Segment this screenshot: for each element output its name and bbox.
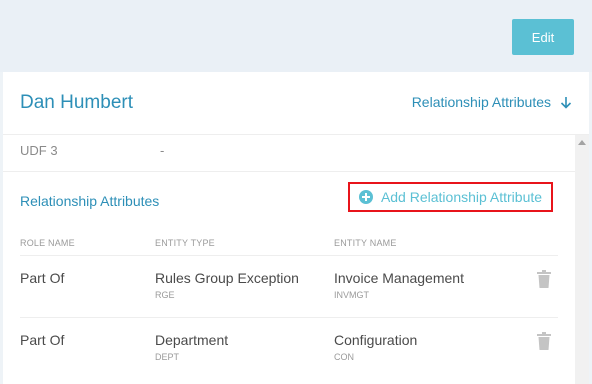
table-row: Part Of Rules Group Exception RGE Invoic… bbox=[20, 255, 558, 318]
entity-name: Configuration bbox=[334, 332, 418, 348]
entity-name: Invoice Management bbox=[334, 270, 464, 286]
plus-circle-icon bbox=[358, 190, 373, 204]
entity-type: Rules Group Exception bbox=[155, 270, 299, 286]
column-header-entity-name: ENTITY NAME bbox=[334, 238, 397, 248]
udf-label: UDF 3 bbox=[20, 143, 58, 158]
relationship-attributes-link-label: Relationship Attributes bbox=[411, 94, 551, 110]
relationship-attributes-title: Relationship Attributes bbox=[20, 193, 160, 209]
udf-row: UDF 3 - bbox=[3, 135, 575, 172]
arrow-down-icon bbox=[560, 96, 572, 109]
trash-icon[interactable] bbox=[537, 270, 551, 288]
entity-type-code: DEPT bbox=[155, 352, 180, 362]
trash-icon[interactable] bbox=[537, 332, 551, 350]
column-header-entity-type: ENTITY TYPE bbox=[155, 238, 215, 248]
scroll-up-icon[interactable] bbox=[578, 140, 586, 145]
edit-button[interactable]: Edit bbox=[512, 19, 574, 55]
add-relationship-attribute-label: Add Relationship Attribute bbox=[380, 189, 543, 205]
entity-name-code: CON bbox=[334, 352, 354, 362]
entity-type: Department bbox=[155, 332, 229, 348]
table-row: Part Of Department DEPT Configuration CO… bbox=[20, 317, 558, 380]
udf-value: - bbox=[160, 143, 165, 158]
details-scroll-area: UDF 3 - Relationship Attributes Add Rela… bbox=[3, 135, 575, 384]
top-toolbar: Edit bbox=[0, 0, 592, 72]
entity-type-code: RGE bbox=[155, 290, 175, 300]
card-header: Dan Humbert Relationship Attributes bbox=[3, 72, 589, 135]
role-name: Part Of bbox=[20, 332, 65, 348]
column-header-role: ROLE NAME bbox=[20, 238, 75, 248]
relationship-attributes-link[interactable]: Relationship Attributes bbox=[412, 94, 572, 110]
role-name: Part Of bbox=[20, 270, 65, 286]
person-card: Dan Humbert Relationship Attributes UDF … bbox=[3, 72, 589, 384]
vertical-scrollbar[interactable] bbox=[575, 135, 589, 384]
entity-name-code: INVMGT bbox=[334, 290, 369, 300]
add-relationship-attribute-button[interactable]: Add Relationship Attribute bbox=[348, 182, 553, 212]
person-name: Dan Humbert bbox=[20, 92, 133, 113]
